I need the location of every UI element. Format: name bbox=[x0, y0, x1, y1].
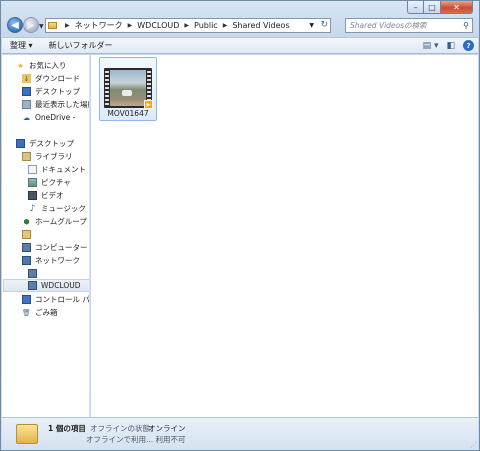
nav-label: コンピューター bbox=[35, 243, 88, 252]
video-frame bbox=[110, 70, 146, 106]
network-computer-icon bbox=[28, 269, 37, 278]
nav-label: ごみ箱 bbox=[35, 308, 58, 317]
nav-label: OneDrive - bbox=[35, 113, 76, 122]
nav-label: ビデオ bbox=[41, 191, 64, 200]
folder-icon bbox=[48, 22, 57, 29]
user-folder-icon bbox=[22, 230, 31, 239]
chevron-right-icon[interactable]: ▶ bbox=[184, 22, 189, 29]
new-folder-button[interactable]: 新しいフォルダー bbox=[41, 40, 121, 51]
picture-icon bbox=[28, 178, 37, 187]
nav-item-downloads[interactable]: ↓ ダウンロード bbox=[22, 72, 80, 85]
search-placeholder: Shared Videosの検索 bbox=[350, 21, 427, 30]
film-strip-edge bbox=[105, 69, 109, 107]
download-folder-icon: ↓ bbox=[22, 74, 31, 83]
star-icon: ★ bbox=[17, 61, 24, 70]
desktop-icon bbox=[22, 87, 31, 96]
nav-label: コントロール パネル bbox=[35, 295, 90, 304]
help-icon[interactable]: ? bbox=[463, 40, 474, 51]
nav-item-recent-places[interactable]: 最近表示した場所 bbox=[22, 98, 90, 111]
nav-label: WDCLOUD bbox=[41, 281, 81, 290]
folder-icon bbox=[16, 424, 38, 444]
nav-item-control-panel[interactable]: コントロール パネル bbox=[22, 293, 90, 306]
recent-pages-dropdown[interactable]: ▼ bbox=[39, 23, 44, 30]
organize-button[interactable]: 整理 ▾ bbox=[2, 40, 41, 51]
address-bar[interactable]: ▶ ネットワーク ▶ WDCLOUD ▶ Public ▶ Shared Vid… bbox=[45, 18, 331, 33]
details-pane: 1 個の項目 オフラインの状態: オンライン オフラインで利用... 利用不可 … bbox=[2, 417, 478, 450]
nav-item-music[interactable]: ♪ ミュージック bbox=[28, 202, 86, 215]
homegroup-icon: ⬢ bbox=[23, 217, 30, 226]
address-dropdown-icon[interactable]: ▼ bbox=[309, 22, 314, 29]
offline-availability: オフラインで利用... 利用不可 bbox=[86, 435, 186, 444]
nav-label: デスクトップ bbox=[29, 139, 74, 148]
chevron-right-icon[interactable]: ▶ bbox=[128, 22, 133, 29]
control-panel-icon bbox=[22, 295, 31, 304]
network-icon bbox=[22, 256, 31, 265]
nav-item-libraries[interactable]: ライブラリ bbox=[22, 150, 73, 163]
resize-grip-icon[interactable]: ⋰ bbox=[470, 441, 477, 449]
nav-item-onedrive[interactable]: ☁ OneDrive - bbox=[22, 111, 75, 124]
chevron-right-icon[interactable]: ▶ bbox=[65, 22, 70, 29]
file-name: MOV01647 bbox=[107, 109, 149, 118]
desktop-icon bbox=[16, 139, 25, 148]
nav-item-recycle-bin[interactable]: 🗑 ごみ箱 bbox=[22, 306, 58, 319]
preview-pane-icon[interactable]: ◧ bbox=[446, 41, 455, 51]
nav-item-desktop[interactable]: デスクトップ bbox=[16, 137, 74, 150]
search-icon[interactable]: ⚲ bbox=[463, 21, 469, 30]
breadcrumb-public[interactable]: Public bbox=[194, 21, 218, 30]
video-frame-vehicle bbox=[122, 90, 132, 96]
nav-item-wdcloud[interactable]: WDCLOUD bbox=[3, 279, 89, 292]
refresh-icon[interactable]: ↻ bbox=[320, 20, 328, 30]
network-computer-icon bbox=[28, 281, 37, 290]
nav-label: ホームグループ bbox=[35, 217, 87, 226]
offline-status-label: オフラインの状態: bbox=[90, 424, 153, 433]
nav-label: ネットワーク bbox=[35, 256, 80, 265]
change-view-icon[interactable]: ▤ ▾ bbox=[423, 41, 439, 51]
document-icon bbox=[28, 165, 37, 174]
nav-item-favorites[interactable]: ★ お気に入り bbox=[16, 59, 67, 72]
nav-item-user[interactable] bbox=[22, 228, 35, 241]
nav-label: ミュージック bbox=[41, 204, 86, 213]
explorer-window: – □ ✕ ◀ ▶ ▼ ▶ ネットワーク ▶ WDCLOUD ▶ Public … bbox=[0, 0, 480, 451]
forward-button[interactable]: ▶ bbox=[23, 17, 39, 33]
navigation-pane: ★ お気に入り ↓ ダウンロード デスクトップ 最近表示した場所 ☁ OneDr… bbox=[2, 55, 90, 417]
nav-item-network[interactable]: ネットワーク bbox=[22, 254, 80, 267]
cloud-icon: ☁ bbox=[23, 113, 30, 122]
file-item[interactable]: ▶ MOV01647 bbox=[99, 57, 157, 121]
video-icon bbox=[28, 191, 37, 200]
computer-icon bbox=[22, 243, 31, 252]
search-box[interactable]: Shared Videosの検索 ⚲ bbox=[345, 18, 473, 33]
breadcrumb-network[interactable]: ネットワーク bbox=[75, 20, 123, 31]
nav-label: ダウンロード bbox=[35, 74, 80, 83]
nav-item-desktop-favorite[interactable]: デスクトップ bbox=[22, 85, 80, 98]
offline-status-value: オンライン bbox=[148, 424, 186, 433]
nav-item-pictures[interactable]: ピクチャ bbox=[28, 176, 71, 189]
command-bar: 整理 ▾ 新しいフォルダー ▤ ▾ ◧ ? bbox=[2, 37, 478, 54]
nav-label: 最近表示した場所 bbox=[35, 100, 90, 109]
video-thumbnail: ▶ bbox=[104, 68, 153, 109]
item-count: 1 個の項目 bbox=[48, 424, 86, 433]
recent-places-icon bbox=[22, 100, 31, 109]
library-icon bbox=[22, 152, 31, 161]
nav-label: ドキュメント bbox=[41, 165, 86, 174]
breadcrumb-wdcloud[interactable]: WDCLOUD bbox=[137, 21, 179, 30]
nav-label: ライブラリ bbox=[35, 152, 73, 161]
play-icon: ▶ bbox=[144, 100, 153, 109]
nav-item-documents[interactable]: ドキュメント bbox=[28, 163, 86, 176]
nav-label: デスクトップ bbox=[35, 87, 80, 96]
nav-item-homegroup[interactable]: ⬢ ホームグループ bbox=[22, 215, 87, 228]
nav-label: お気に入り bbox=[29, 61, 67, 70]
music-note-icon: ♪ bbox=[29, 203, 36, 214]
file-list: ▶ MOV01647 bbox=[91, 55, 478, 417]
navigation-bar: ◀ ▶ ▼ ▶ ネットワーク ▶ WDCLOUD ▶ Public ▶ Shar… bbox=[1, 13, 479, 37]
nav-item-computer[interactable]: コンピューター bbox=[22, 241, 88, 254]
chevron-right-icon[interactable]: ▶ bbox=[223, 22, 228, 29]
breadcrumb-shared-videos[interactable]: Shared Videos bbox=[232, 21, 289, 30]
nav-label: ピクチャ bbox=[41, 178, 71, 187]
back-button[interactable]: ◀ bbox=[7, 17, 23, 33]
recycle-bin-icon: 🗑 bbox=[22, 308, 31, 317]
nav-item-videos[interactable]: ビデオ bbox=[28, 189, 64, 202]
